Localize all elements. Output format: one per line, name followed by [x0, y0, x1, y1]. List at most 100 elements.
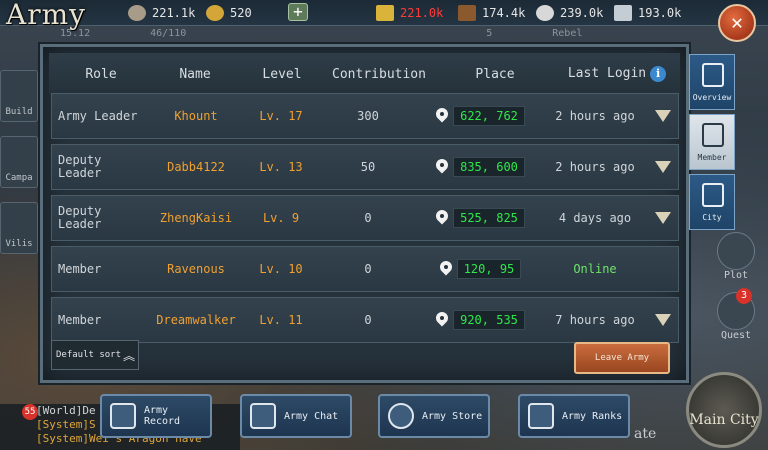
- location-pin-icon: [435, 108, 449, 124]
- background-text: ate: [634, 426, 657, 442]
- member-last-login: 2 hours ago: [555, 109, 635, 123]
- location-pin-icon: [435, 312, 449, 328]
- stone-resource: 239.0k: [536, 4, 603, 22]
- army-store-button[interactable]: Army Store: [378, 394, 490, 438]
- member-contribution: 0: [364, 211, 372, 225]
- member-name: Ravenous: [167, 262, 225, 276]
- member-last-login: Online: [573, 262, 617, 276]
- buy-gold-button[interactable]: +: [288, 3, 308, 21]
- triangle-down-icon: [655, 110, 671, 122]
- expand-row-button[interactable]: [648, 110, 678, 122]
- wood-resource: 174.4k: [458, 4, 525, 22]
- tab-city[interactable]: City: [689, 174, 735, 230]
- member-place[interactable]: 835, 600: [418, 157, 542, 177]
- coordinates[interactable]: 622, 762: [453, 106, 525, 126]
- coordinates[interactable]: 920, 535: [453, 310, 525, 330]
- top-resource-bar: Army 221.1k 520 + 221.0k 174.4k 239.0k 1…: [0, 0, 768, 31]
- double-chevron-up-icon: ︽: [123, 348, 136, 363]
- city-icon: [702, 183, 724, 207]
- triangle-down-icon: [655, 212, 671, 224]
- header-level: Level: [262, 66, 302, 82]
- member-last-login: 7 hours ago: [555, 313, 635, 327]
- member-last-login: 4 days ago: [558, 211, 632, 225]
- coordinates[interactable]: 835, 600: [453, 157, 525, 177]
- ranks-icon: [528, 403, 554, 429]
- coordinates[interactable]: 525, 825: [453, 208, 525, 228]
- member-place[interactable]: 622, 762: [418, 106, 542, 126]
- member-level: Lv. 10: [259, 262, 303, 276]
- location-pin-icon: [435, 210, 449, 226]
- default-sort-button[interactable]: Default sort ︽: [51, 340, 139, 370]
- silver-resource: 221.1k: [128, 4, 195, 22]
- location-pin-icon: [435, 159, 449, 175]
- left-nav-build[interactable]: Build: [0, 70, 38, 122]
- info-icon[interactable]: i: [650, 66, 667, 82]
- expand-row-button[interactable]: [648, 314, 678, 326]
- member-contribution: 300: [357, 109, 379, 123]
- expand-row-button[interactable]: [648, 161, 678, 173]
- main-city-button[interactable]: Main City: [686, 372, 762, 448]
- table-row[interactable]: Deputy Leader Dabb4122 Lv. 13 50 835, 60…: [51, 144, 679, 190]
- sub-status-bar: 15.12 46/110 5 Rebel: [60, 28, 583, 39]
- member-contribution: 0: [364, 262, 372, 276]
- member-name: Khount: [174, 109, 218, 123]
- army-ranks-button[interactable]: Army Ranks: [518, 394, 630, 438]
- member-contribution: 50: [360, 160, 376, 174]
- location-pin-icon: [439, 261, 453, 277]
- member-level: Lv. 13: [259, 160, 303, 174]
- silver-coin-icon: [128, 5, 146, 21]
- member-role: Deputy Leader: [58, 153, 102, 180]
- triangle-down-icon: [655, 161, 671, 173]
- close-button[interactable]: ✕: [718, 4, 756, 42]
- gold-resource: 520: [206, 4, 252, 22]
- food-icon: [376, 5, 394, 21]
- tab-overview[interactable]: Overview: [689, 54, 735, 110]
- left-nav-vilis[interactable]: Vilis: [0, 202, 38, 254]
- member-role: Member: [58, 312, 102, 327]
- table-row[interactable]: Member Ravenous Lv. 10 0 120, 95 Online: [51, 246, 679, 292]
- left-nav: Build Campa Vilis: [0, 70, 40, 268]
- leave-army-button[interactable]: Leave Army: [574, 342, 670, 374]
- member-contribution: 0: [364, 313, 372, 327]
- table-header: Role Name Level Contribution Place Last …: [49, 53, 680, 95]
- page-title: Army: [6, 0, 86, 31]
- wood-icon: [458, 5, 476, 21]
- members-icon: [702, 123, 724, 147]
- member-name: Dabb4122: [167, 160, 225, 174]
- triangle-down-icon: [655, 314, 671, 326]
- plot-icon: [717, 232, 755, 270]
- tab-member[interactable]: Member: [689, 114, 735, 170]
- member-level: Lv. 9: [262, 211, 300, 225]
- iron-icon: [614, 5, 632, 21]
- header-contribution: Contribution: [332, 66, 426, 82]
- member-role: Member: [58, 261, 102, 276]
- header-last-login: Last Login i: [559, 66, 675, 82]
- member-name: ZhengKaisi: [159, 211, 233, 225]
- iron-resource: 193.0k: [614, 4, 681, 22]
- store-icon: [388, 403, 414, 429]
- member-level: Lv. 11: [259, 313, 303, 327]
- header-place: Place: [475, 66, 515, 82]
- army-chat-button[interactable]: Army Chat: [240, 394, 352, 438]
- quest-badge: 3: [736, 288, 752, 304]
- member-place[interactable]: 120, 95: [418, 259, 542, 279]
- table-row[interactable]: Army Leader Khount Lv. 17 300 622, 762 2…: [51, 93, 679, 139]
- gold-icon: [206, 5, 224, 21]
- member-role: Deputy Leader: [58, 204, 102, 231]
- member-place[interactable]: 920, 535: [418, 310, 542, 330]
- member-place[interactable]: 525, 825: [418, 208, 542, 228]
- header-name: Name: [179, 66, 211, 82]
- army-members-panel: Role Name Level Contribution Place Last …: [40, 44, 689, 383]
- left-nav-campaign[interactable]: Campa: [0, 136, 38, 188]
- chat-unread-badge: 55: [22, 404, 38, 420]
- member-list: Army Leader Khount Lv. 17 300 622, 762 2…: [51, 93, 679, 348]
- table-row[interactable]: Member Dreamwalker Lv. 11 0 920, 535 7 h…: [51, 297, 679, 343]
- map-icon: [110, 403, 136, 429]
- chat-bubble-icon: [250, 403, 276, 429]
- expand-row-button[interactable]: [648, 212, 678, 224]
- table-row[interactable]: Deputy Leader ZhengKaisi Lv. 9 0 525, 82…: [51, 195, 679, 241]
- plot-button[interactable]: Plot: [708, 232, 764, 281]
- stone-icon: [536, 5, 554, 21]
- army-record-button[interactable]: Army Record: [100, 394, 212, 438]
- coordinates[interactable]: 120, 95: [456, 259, 522, 279]
